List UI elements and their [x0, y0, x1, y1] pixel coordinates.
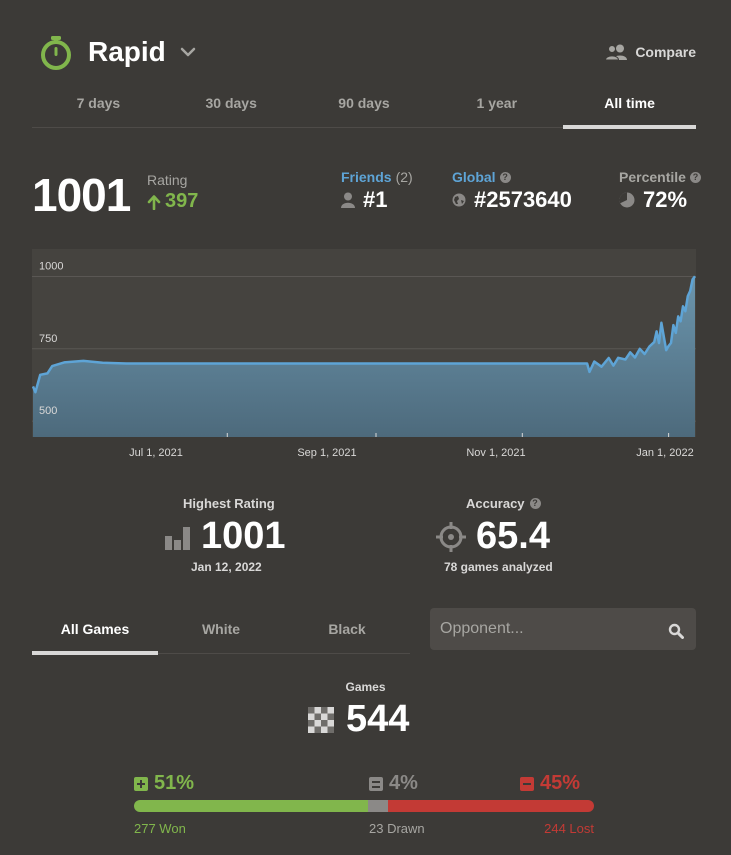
- y-tick-label: 500: [39, 405, 57, 417]
- drawn-count: 23 Drawn: [369, 821, 425, 836]
- rating-change-value: 397: [165, 190, 199, 212]
- user-icon: [341, 192, 355, 208]
- x-tick-label: Nov 1, 2021: [466, 447, 526, 459]
- win-percent-row: 51%: [134, 772, 194, 795]
- draw-percent-row: 4%: [369, 772, 418, 795]
- draw-segment: [368, 800, 388, 812]
- accuracy-games-analyzed: 78 games analyzed: [444, 560, 553, 574]
- friends-header[interactable]: Friends (2): [341, 169, 413, 185]
- loss-percent: 45%: [540, 772, 581, 794]
- rating-history-chart: 1000 750 500: [32, 249, 696, 437]
- highest-rating-date: Jan 12, 2022: [191, 560, 262, 574]
- global-rank-value: #2573640: [474, 187, 572, 212]
- opponent-search-input[interactable]: [430, 608, 696, 650]
- crosshair-icon: [436, 521, 466, 552]
- equals-icon: [369, 776, 383, 791]
- tab-1-year[interactable]: 1 year: [430, 84, 563, 127]
- x-tick-label: Sep 1, 2021: [297, 447, 357, 459]
- globe-icon: [452, 193, 466, 207]
- tab-7-days[interactable]: 7 days: [32, 84, 165, 127]
- help-icon[interactable]: ?: [499, 171, 511, 183]
- tab-white[interactable]: White: [158, 609, 284, 653]
- chessboard-icon: [308, 706, 334, 733]
- tab-90-days[interactable]: 90 days: [298, 84, 431, 127]
- loss-percent-row: 45%: [520, 772, 580, 795]
- rapid-stats-card: Rapid Compare 7 days 30 days 90 days 1 y…: [0, 0, 731, 855]
- compare-button[interactable]: Compare: [605, 44, 696, 60]
- current-rating: 1001: [32, 169, 131, 221]
- rating-change: 397: [147, 190, 198, 213]
- global-header[interactable]: Global ?: [452, 169, 511, 185]
- friends-rank-value: #1: [363, 187, 388, 212]
- game-type-title[interactable]: Rapid: [88, 36, 166, 68]
- percentile-header: Percentile ?: [619, 169, 701, 185]
- users-icon: [605, 44, 628, 60]
- y-tick-label: 1000: [39, 260, 63, 272]
- win-percent: 51%: [154, 772, 195, 794]
- header: Rapid Compare: [32, 34, 696, 74]
- percentile-label: Percentile: [619, 169, 686, 185]
- global-rank: #2573640: [452, 187, 572, 213]
- accuracy-label: Accuracy: [466, 496, 525, 511]
- rating-label: Rating: [147, 172, 188, 188]
- friends-count: (2): [395, 169, 413, 185]
- percentile-value: 72%: [643, 187, 688, 212]
- stopwatch-icon: [41, 36, 71, 70]
- tab-30-days[interactable]: 30 days: [165, 84, 298, 127]
- tab-all-games[interactable]: All Games: [32, 609, 158, 655]
- friends-rank: #1: [341, 187, 387, 213]
- y-tick-label: 750: [39, 333, 57, 345]
- win-segment: [134, 800, 369, 812]
- minus-icon: [520, 776, 534, 791]
- bar-chart-icon: [165, 526, 190, 550]
- tab-all-time[interactable]: All time: [563, 84, 696, 129]
- x-tick-label: Jul 1, 2021: [129, 447, 183, 459]
- games-count-value: 544: [346, 698, 410, 740]
- lost-count: 244 Lost: [544, 821, 594, 836]
- friends-label[interactable]: Friends: [341, 169, 392, 185]
- global-label[interactable]: Global: [452, 169, 496, 185]
- x-tick-label: Jan 1, 2022: [636, 447, 694, 459]
- loss-segment: [387, 800, 594, 812]
- chevron-down-icon[interactable]: [180, 46, 196, 58]
- time-range-tabs: 7 days 30 days 90 days 1 year All time: [32, 84, 696, 129]
- highest-rating-label: Highest Rating: [183, 496, 275, 511]
- tab-black[interactable]: Black: [284, 609, 410, 653]
- accuracy-value: 65.4: [476, 515, 550, 557]
- plus-icon: [134, 776, 148, 791]
- win-draw-loss-bar: [134, 800, 594, 812]
- help-icon[interactable]: ?: [689, 171, 701, 183]
- won-count: 277 Won: [134, 821, 186, 836]
- pie-icon: [619, 192, 635, 208]
- arrow-up-icon: [147, 194, 161, 210]
- highest-rating-row: 1001: [165, 515, 286, 558]
- help-icon[interactable]: ?: [529, 498, 541, 509]
- games-count-row: 544: [308, 698, 409, 741]
- accuracy-row: 65.4: [436, 515, 550, 558]
- games-label: Games: [345, 680, 386, 694]
- highest-rating-value: 1001: [201, 515, 286, 557]
- search-icon[interactable]: [668, 623, 684, 639]
- percentile-value-row: 72%: [619, 187, 687, 213]
- chart-svg: 1000 750 500: [32, 249, 696, 437]
- draw-percent: 4%: [389, 772, 418, 794]
- color-filter-tabs: All Games White Black: [32, 609, 410, 655]
- accuracy-header: Accuracy ?: [466, 496, 541, 511]
- compare-label: Compare: [635, 44, 696, 60]
